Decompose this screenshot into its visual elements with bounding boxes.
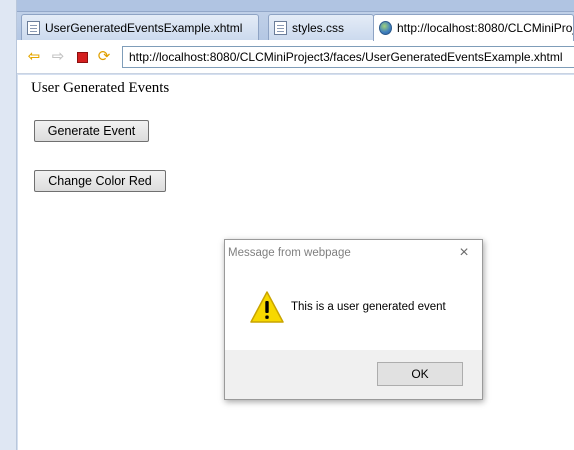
document-icon [274, 20, 287, 35]
refresh-icon[interactable]: ⟳ [96, 49, 112, 65]
forward-arrow-icon[interactable]: ⇨ [50, 49, 66, 65]
tab-browser-page[interactable]: http://localhost:8080/CLCMiniProj [373, 14, 574, 41]
alert-dialog: Message from webpage × This is a user ge… [224, 239, 483, 400]
warning-icon [250, 291, 284, 323]
dialog-message: This is a user generated event [291, 301, 446, 313]
tab-label: UserGeneratedEventsExample.xhtml [45, 20, 243, 35]
editor-tab-strip: UserGeneratedEventsExample.xhtml styles.… [17, 0, 574, 41]
generate-event-button[interactable]: Generate Event [34, 120, 149, 142]
tab-styles-css[interactable]: styles.css [268, 14, 374, 40]
back-arrow-icon[interactable]: ⇦ [26, 49, 42, 65]
browser-toolbar: ⇦ ⇨ ⟳ http://localhost:8080/CLCMiniProje… [17, 40, 574, 74]
ok-button[interactable]: OK [377, 362, 463, 386]
tab-user-generated-events-xhtml[interactable]: UserGeneratedEventsExample.xhtml [21, 14, 259, 40]
document-icon [27, 20, 40, 35]
tab-label: http://localhost:8080/CLCMiniProj [397, 21, 574, 35]
close-icon[interactable]: × [456, 245, 472, 261]
tab-label: styles.css [292, 20, 345, 35]
dialog-body: This is a user generated event [225, 268, 482, 350]
stop-button[interactable] [74, 49, 90, 65]
dialog-footer: OK [225, 350, 482, 399]
dialog-titlebar: Message from webpage × [225, 240, 482, 268]
url-field[interactable]: http://localhost:8080/CLCMiniProject3/fa… [122, 46, 574, 68]
left-gutter [0, 0, 17, 450]
tab-strip-header [17, 0, 574, 12]
page-title: User Generated Events [31, 80, 170, 96]
globe-icon [379, 21, 392, 35]
dialog-title: Message from webpage [228, 247, 351, 259]
ide-window: UserGeneratedEventsExample.xhtml styles.… [0, 0, 574, 450]
change-color-red-button[interactable]: Change Color Red [34, 170, 166, 192]
stop-icon [76, 51, 88, 63]
